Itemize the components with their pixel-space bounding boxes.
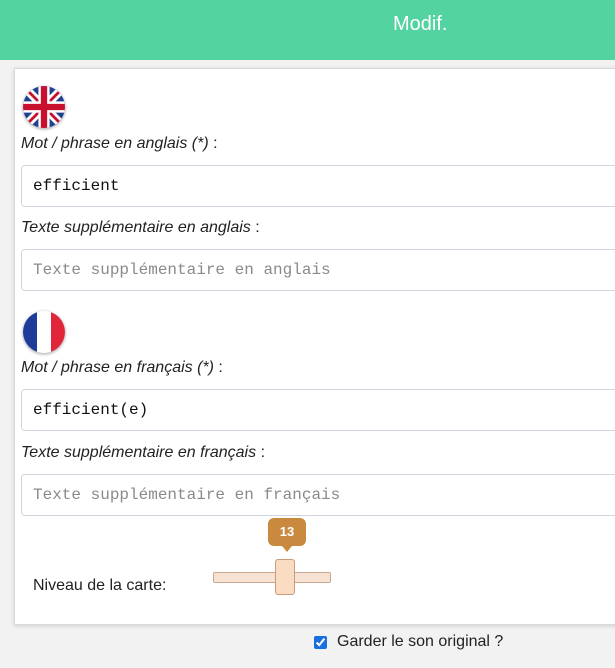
french-word-label: Mot / phrase en français (*) :	[21, 359, 223, 376]
level-label: Niveau de la carte:	[33, 577, 167, 594]
keep-original-sound-checkbox[interactable]	[314, 635, 327, 649]
edit-card-panel: Mot / phrase en anglais (*) : Texte supp…	[14, 68, 615, 625]
keep-original-sound-label: Garder le son original ?	[337, 633, 504, 650]
french-word-input[interactable]	[21, 389, 615, 431]
keep-original-sound-option[interactable]: Garder le son original ?	[314, 633, 503, 651]
english-extra-label: Texte supplémentaire en anglais :	[21, 219, 260, 236]
english-word-input[interactable]	[21, 165, 615, 207]
english-word-label: Mot / phrase en anglais (*) :	[21, 135, 218, 152]
header-bar: Modif.	[0, 0, 615, 60]
level-slider-track[interactable]	[213, 572, 331, 583]
france-flag-icon	[23, 311, 65, 353]
level-slider-handle[interactable]	[275, 559, 295, 595]
uk-flag-icon	[23, 86, 65, 128]
level-value-tooltip: 13	[268, 518, 306, 552]
french-extra-label: Texte supplémentaire en français :	[21, 444, 266, 461]
header-title: Modif.	[393, 13, 448, 35]
french-extra-input[interactable]	[21, 474, 615, 516]
english-extra-input[interactable]	[21, 249, 615, 291]
